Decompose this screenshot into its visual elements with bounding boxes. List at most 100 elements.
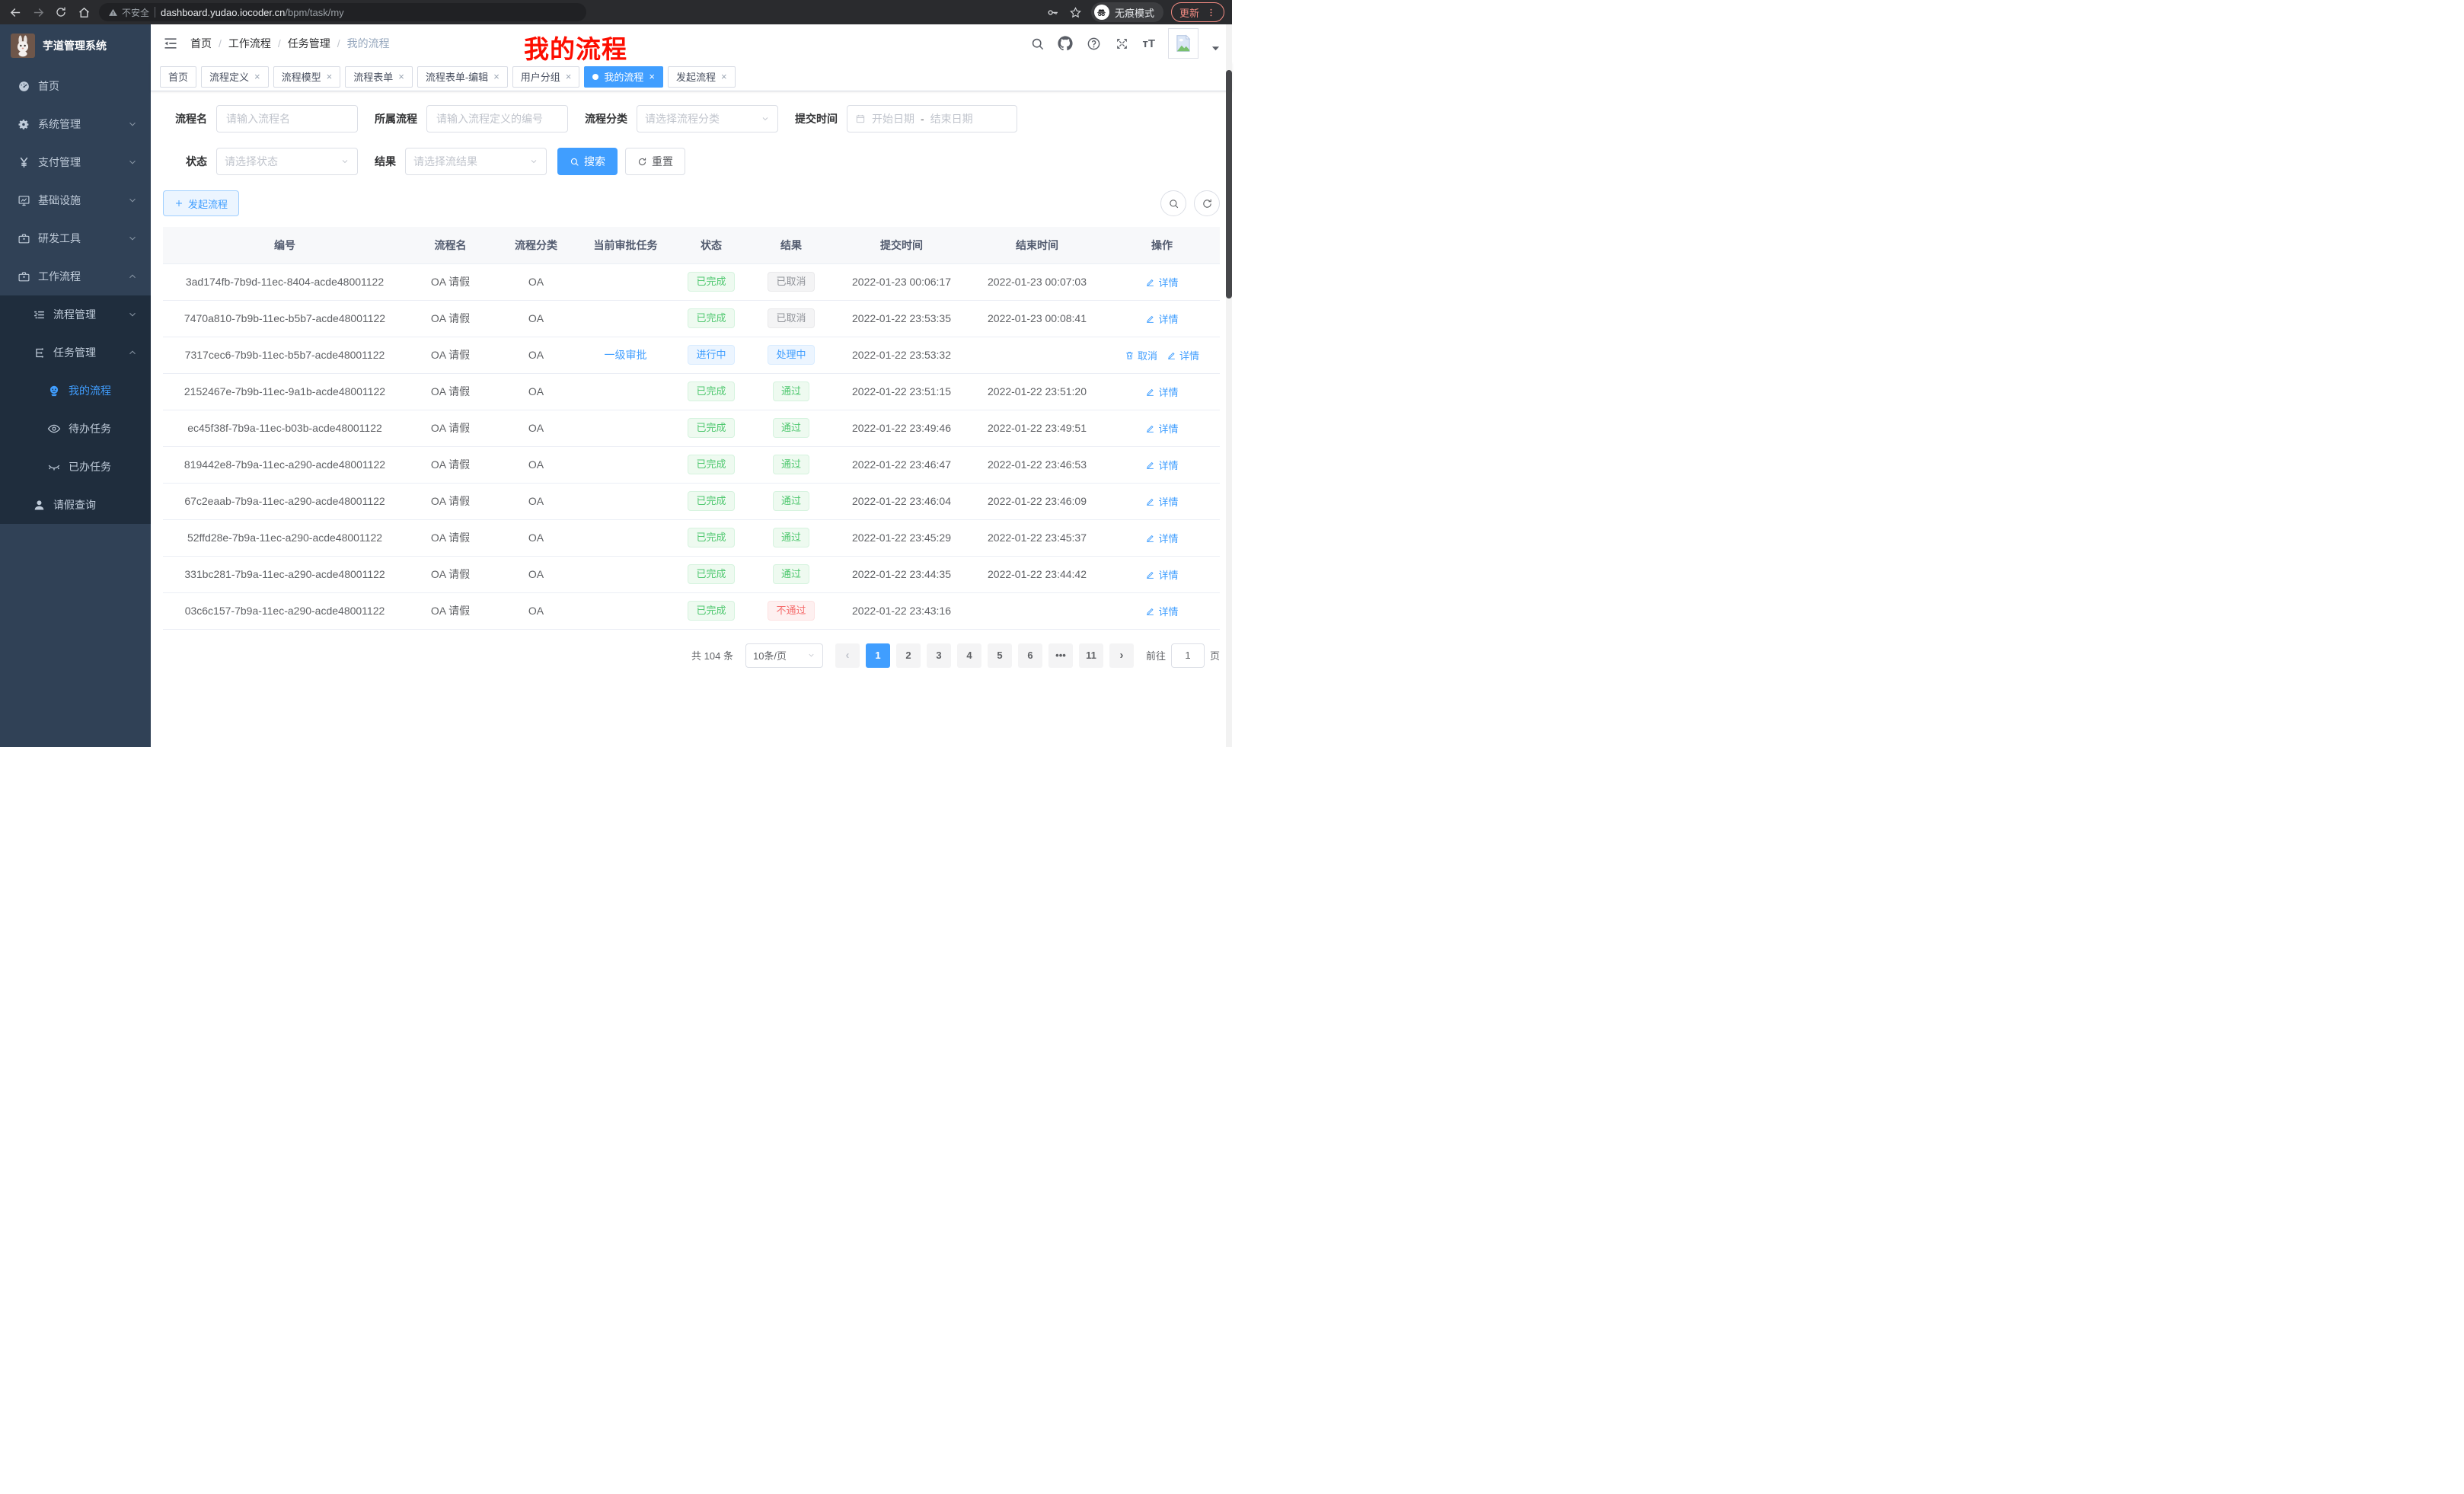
cell-task <box>578 373 673 410</box>
cell-end-time: 2022-01-22 23:44:42 <box>970 556 1104 592</box>
breadcrumb-item[interactable]: 首页 <box>190 36 212 51</box>
close-icon[interactable]: × <box>327 72 333 81</box>
page-button-11[interactable]: 11 <box>1079 643 1103 668</box>
next-page-button[interactable]: › <box>1109 643 1134 668</box>
reset-button[interactable]: 重置 <box>625 148 685 175</box>
result-badge: 通过 <box>773 418 809 438</box>
sidebar-item-infra[interactable]: 基础设施 <box>0 181 151 219</box>
bookmark-star-icon[interactable] <box>1068 5 1084 20</box>
avatar-caret-icon[interactable] <box>1211 46 1220 52</box>
process-definition-input[interactable] <box>426 105 568 132</box>
close-icon[interactable]: × <box>398 72 404 81</box>
page-button-5[interactable]: 5 <box>988 643 1012 668</box>
detail-action[interactable]: 详情 <box>1145 311 1178 326</box>
current-task-link[interactable]: 一级审批 <box>605 349 647 361</box>
browser-home-icon[interactable] <box>76 5 91 20</box>
sidebar-item-done-tasks[interactable]: 已办任务 <box>0 448 151 486</box>
avatar[interactable] <box>1168 28 1198 59</box>
detail-action[interactable]: 详情 <box>1145 604 1178 618</box>
sidebar-item-devtools[interactable]: 研发工具 <box>0 219 151 257</box>
header-search-icon[interactable] <box>1029 36 1045 51</box>
sidebar-item-home[interactable]: 首页 <box>0 67 151 105</box>
browser-reload-icon[interactable] <box>53 5 69 20</box>
detail-action[interactable]: 详情 <box>1145 275 1178 289</box>
cell-category: OA <box>494 337 578 373</box>
page-button-1[interactable]: 1 <box>866 643 890 668</box>
browser-update-button[interactable]: 更新 <box>1171 2 1224 22</box>
browser-forward-icon[interactable] <box>30 5 46 20</box>
process-category-select[interactable]: 请选择流程分类 <box>637 105 778 132</box>
prev-page-button[interactable]: ‹ <box>835 643 860 668</box>
sidebar-collapse-icon[interactable] <box>163 36 178 51</box>
page-button-3[interactable]: 3 <box>927 643 951 668</box>
tab-process-form[interactable]: 流程表单× <box>345 66 413 88</box>
detail-action[interactable]: 详情 <box>1145 385 1178 399</box>
scrollbar-thumb[interactable] <box>1226 70 1232 298</box>
detail-action[interactable]: 详情 <box>1145 458 1178 472</box>
tab-label: 流程模型 <box>282 69 321 84</box>
tab-my-process[interactable]: 我的流程× <box>584 66 663 88</box>
close-icon[interactable]: × <box>649 72 655 81</box>
detail-action[interactable]: 详情 <box>1145 531 1178 545</box>
detail-action[interactable]: 详情 <box>1145 567 1178 582</box>
cell-category: OA <box>494 373 578 410</box>
sidebar-item-task-mgmt[interactable]: 任务管理 <box>0 334 151 372</box>
cell-task <box>578 263 673 300</box>
table-row: 52ffd28e-7b9a-11ec-a290-acde48001122OA 请… <box>163 519 1220 556</box>
column-header: 编号 <box>163 227 407 263</box>
status-select[interactable]: 请选择状态 <box>216 148 358 175</box>
page-button-4[interactable]: 4 <box>957 643 981 668</box>
detail-action[interactable]: 详情 <box>1145 494 1178 509</box>
scrollbar-track[interactable] <box>1226 24 1232 747</box>
close-icon[interactable]: × <box>721 72 727 81</box>
sidebar-item-system[interactable]: 系统管理 <box>0 105 151 143</box>
close-icon[interactable]: × <box>254 72 260 81</box>
tab-user-group[interactable]: 用户分组× <box>512 66 580 88</box>
cell-submit-time: 2022-01-22 23:45:29 <box>833 519 970 556</box>
page-size-select[interactable]: 10条/页 <box>745 643 823 668</box>
search-button[interactable]: 搜索 <box>557 148 618 175</box>
fullscreen-icon[interactable] <box>1114 36 1129 51</box>
sidebar-item-my-process[interactable]: 我的流程 <box>0 372 151 410</box>
cancel-action[interactable]: 取消 <box>1125 348 1157 362</box>
github-icon[interactable] <box>1058 36 1073 51</box>
address-bar[interactable]: 不安全 dashboard.yudao.iocoder.cn/bpm/task/… <box>99 3 586 21</box>
sidebar-item-label: 基础设施 <box>38 193 81 208</box>
key-icon[interactable] <box>1045 5 1061 20</box>
goto-page-input[interactable] <box>1171 643 1205 668</box>
detail-action[interactable]: 详情 <box>1167 348 1199 362</box>
detail-action[interactable]: 详情 <box>1145 421 1178 436</box>
more-pages-button[interactable]: ••• <box>1048 643 1073 668</box>
tab-home[interactable]: 首页 <box>160 66 196 88</box>
help-icon[interactable] <box>1086 36 1101 51</box>
cell-actions: 取消详情 <box>1104 337 1220 373</box>
tab-process-form-edit[interactable]: 流程表单-编辑× <box>417 66 508 88</box>
refresh-table-button[interactable] <box>1194 190 1220 216</box>
browser-back-icon[interactable] <box>8 5 23 20</box>
sidebar-item-todo-tasks[interactable]: 待办任务 <box>0 410 151 448</box>
close-icon[interactable]: × <box>566 72 572 81</box>
process-name-input[interactable] <box>216 105 358 132</box>
not-secure-warning[interactable]: 不安全 <box>108 6 149 19</box>
start-process-button[interactable]: 发起流程 <box>163 190 239 216</box>
tab-process-definition[interactable]: 流程定义× <box>201 66 269 88</box>
sidebar-item-process-mgmt[interactable]: 流程管理 <box>0 295 151 334</box>
sidebar-item-workflow[interactable]: 工作流程 <box>0 257 151 295</box>
font-size-icon[interactable]: тT <box>1142 37 1155 50</box>
result-select[interactable]: 请选择流结果 <box>405 148 547 175</box>
page-button-2[interactable]: 2 <box>896 643 921 668</box>
tab-start-process[interactable]: 发起流程× <box>668 66 736 88</box>
close-icon[interactable]: × <box>493 72 500 81</box>
breadcrumb-item[interactable]: 任务管理 <box>288 36 330 51</box>
sidebar-item-leave-query[interactable]: 请假查询 <box>0 486 151 524</box>
tab-process-model[interactable]: 流程模型 × <box>273 66 341 88</box>
sidebar-item-payment[interactable]: 支付管理 <box>0 143 151 181</box>
page-button-6[interactable]: 6 <box>1018 643 1042 668</box>
result-badge: 通过 <box>773 564 809 584</box>
show-search-button[interactable] <box>1160 190 1186 216</box>
cell-result: 通过 <box>749 483 833 519</box>
app-logo-row[interactable]: 芋道管理系统 <box>0 24 151 67</box>
breadcrumb-item[interactable]: 工作流程 <box>228 36 271 51</box>
submit-time-range-picker[interactable]: 开始日期 - 结束日期 <box>847 105 1017 132</box>
refresh-icon <box>1202 198 1213 209</box>
